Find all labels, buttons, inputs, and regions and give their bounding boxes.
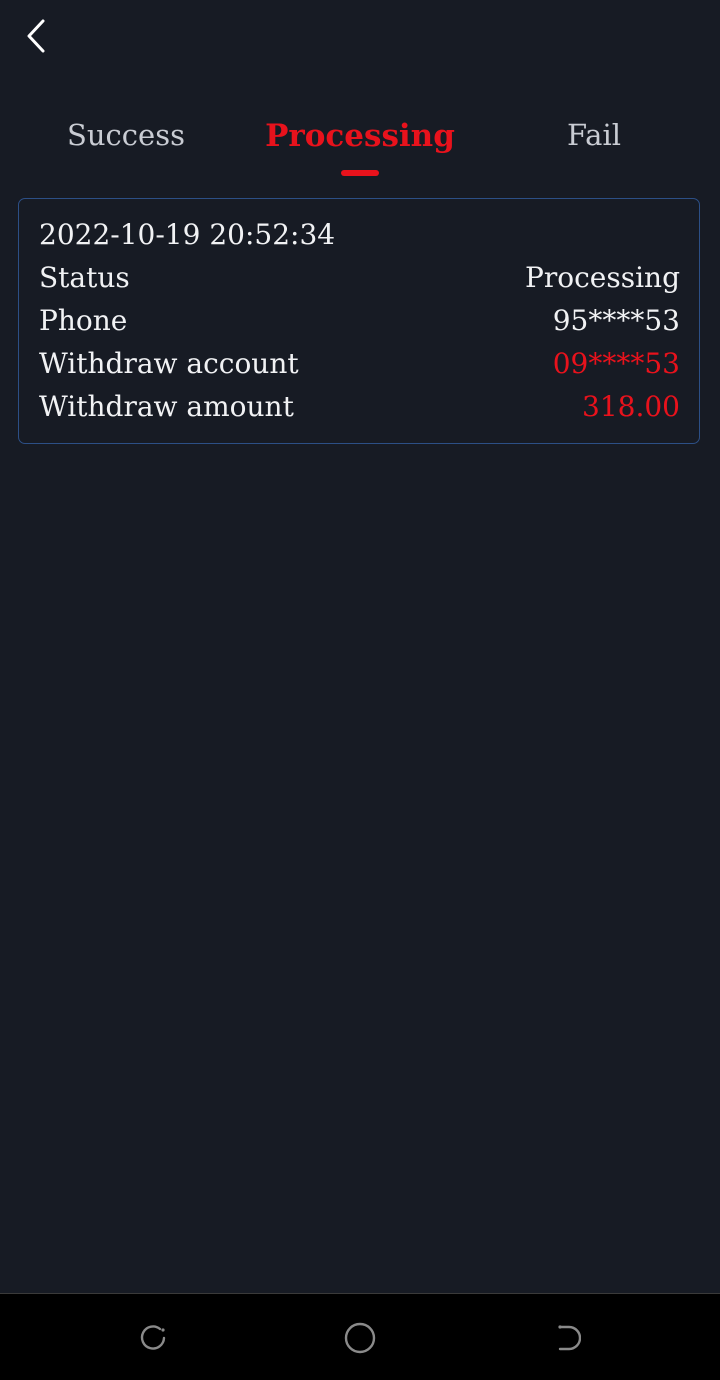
recent-apps-button[interactable]	[133, 1318, 173, 1358]
chevron-left-icon	[27, 19, 45, 53]
record-datetime: 2022-10-19 20:52:34	[39, 218, 336, 251]
withdraw-amount-label: Withdraw amount	[39, 390, 294, 423]
system-back-button[interactable]	[546, 1318, 586, 1358]
record-row-withdraw-amount: Withdraw amount 318.00	[39, 385, 680, 428]
withdraw-amount-value: 318.00	[582, 390, 680, 423]
phone-label: Phone	[39, 304, 128, 337]
status-value: Processing	[525, 261, 680, 294]
record-row-status: Status Processing	[39, 256, 680, 299]
system-back-icon	[558, 1325, 581, 1351]
home-circle-icon	[344, 1322, 376, 1354]
status-tabs: Success Processing Fail	[0, 108, 720, 188]
phone-value: 95****53	[552, 304, 680, 337]
tab-processing[interactable]: Processing	[250, 118, 470, 154]
status-label: Status	[39, 261, 130, 294]
tab-fail[interactable]: Fail	[534, 118, 654, 152]
home-button[interactable]	[340, 1318, 380, 1358]
back-button[interactable]	[16, 14, 56, 58]
withdraw-account-value: 09****53	[552, 347, 680, 380]
system-navigation-bar	[0, 1293, 720, 1380]
withdraw-record-card: 2022-10-19 20:52:34 Status Processing Ph…	[18, 198, 700, 444]
record-row-phone: Phone 95****53	[39, 299, 680, 342]
withdraw-account-label: Withdraw account	[39, 347, 299, 380]
withdraw-records-screen: Success Processing Fail 2022-10-19 20:52…	[0, 0, 720, 1380]
recent-apps-icon	[140, 1325, 166, 1350]
active-tab-indicator	[341, 170, 379, 176]
record-row-withdraw-account: Withdraw account 09****53	[39, 342, 680, 385]
tab-success[interactable]: Success	[46, 118, 206, 152]
